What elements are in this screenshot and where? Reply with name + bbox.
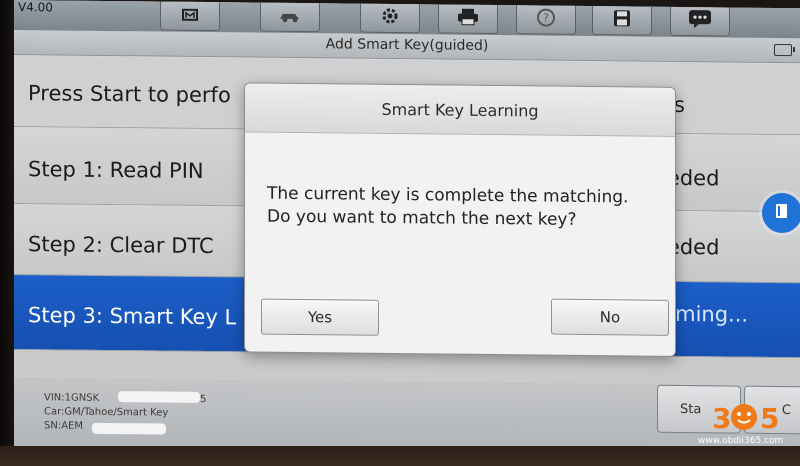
dialog-title: Smart Key Learning [381, 99, 539, 121]
step-label: Step 1: Read PIN [28, 157, 204, 183]
vin-tail-text: 5 [200, 393, 207, 406]
settings-icon [380, 6, 400, 30]
message-icon [688, 9, 712, 33]
no-button[interactable]: No [551, 298, 669, 336]
step-label: Step 3: Smart Key L [28, 303, 237, 330]
help-fab-button[interactable] [762, 193, 800, 233]
vehicle-button[interactable] [260, 2, 320, 33]
vin-redaction [118, 391, 200, 403]
save-button[interactable] [592, 6, 652, 36]
settings-button[interactable] [360, 3, 420, 34]
watermark-logo: 3 5 www.obdii365.com [698, 392, 794, 452]
instruction-label: Press Start to perfo [28, 81, 231, 108]
step-label: Step 2: Clear DTC [28, 232, 214, 259]
watermark-site: www.obdii365.com [698, 436, 784, 446]
yes-button[interactable]: Yes [261, 298, 379, 336]
dialog-message-line2: Do you want to match the next key? [267, 206, 577, 230]
dialog-header: Smart Key Learning [245, 83, 675, 137]
smart-key-learning-dialog: Smart Key Learning The current key is co… [244, 82, 676, 357]
print-button[interactable] [438, 4, 498, 35]
battery-icon [774, 43, 792, 57]
home-button[interactable] [160, 1, 220, 32]
dialog-message-line1: The current key is complete the matching… [267, 183, 629, 208]
svg-text:5: 5 [760, 402, 779, 435]
serial-number-text: SN:AEM [44, 420, 83, 432]
save-icon [613, 9, 631, 31]
car-text: Car:GM/Tahoe/Smart Key [44, 406, 169, 419]
svg-text:3: 3 [712, 402, 731, 435]
page-title: Add Smart Key(guided) [325, 36, 489, 54]
print-icon [457, 8, 479, 30]
help-icon: ? [536, 7, 556, 31]
photo-of-device-screen: V4.00 ? Add Smart Key(guided) Press Star… [0, 0, 800, 466]
svg-text:?: ? [543, 12, 549, 25]
message-button[interactable] [670, 6, 730, 37]
version-label: V4.00 [18, 0, 53, 15]
vin-text: VIN:1GNSK [44, 392, 100, 404]
background-floor [0, 446, 800, 466]
vehicle-icon [277, 7, 303, 26]
vehicle-info-footer: VIN:1GNSK 5 Car:GM/Tahoe/Smart Key SN:AE… [14, 378, 800, 457]
help-button[interactable]: ? [516, 5, 576, 35]
manual-book-icon [773, 202, 791, 224]
app-screen: V4.00 ? Add Smart Key(guided) Press Star… [14, 0, 800, 457]
home-icon [181, 6, 199, 25]
serial-redaction [92, 422, 166, 435]
